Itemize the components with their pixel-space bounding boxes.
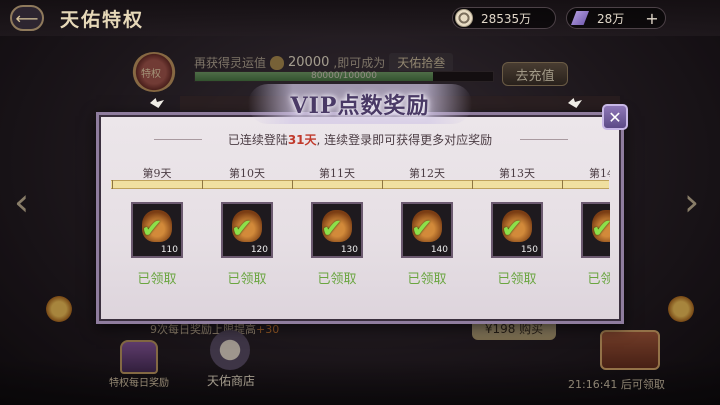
close-icon: ✕: [608, 107, 622, 127]
claimed-status: 已领取: [497, 272, 537, 287]
checkmark-icon: ✔: [141, 214, 163, 244]
page-title: 天佑特权: [60, 9, 145, 31]
reward-card[interactable]: ✔ 110: [131, 202, 183, 258]
reward-card[interactable]: ✔ 140: [401, 202, 453, 258]
day-label: 第14天: [589, 167, 610, 180]
checkmark-icon: ✔: [231, 214, 253, 244]
reward-qty: 150: [520, 245, 538, 255]
modal-title: VIP点数奖励: [290, 93, 430, 119]
coin-value: 28535万: [481, 11, 532, 26]
close-button[interactable]: ✕: [602, 104, 628, 130]
timeline-tick: [112, 180, 113, 189]
day-label: 第9天: [142, 167, 172, 180]
day-label: 第11天: [319, 167, 355, 180]
coin-balance: 28535万: [452, 7, 556, 29]
day-label: 第13天: [499, 167, 535, 180]
checkmark-icon: ✔: [591, 214, 610, 244]
timeline-tick: [202, 180, 203, 189]
login-message: 已连续登陆31天, 连续登录即可获得更多对应奖励: [96, 131, 624, 148]
reward-day-strip[interactable]: 第9天 ✔ 110 已领取 第10天 ✔ 120 已领取 第11天 ✔ 130 已领取 第12天 ✔ 140…: [110, 150, 610, 320]
claimed-status: 已领取: [317, 272, 357, 287]
reward-qty: 140: [430, 245, 448, 255]
jade-icon: [571, 11, 589, 25]
claimed-status: 已领取: [227, 272, 267, 287]
reward-qty: 110: [160, 245, 178, 255]
login-days: 31天: [287, 133, 317, 147]
jade-balance: 28万 +: [566, 7, 666, 29]
claimed-status: 已领取: [137, 272, 177, 287]
add-jade-button[interactable]: +: [643, 9, 661, 28]
back-button[interactable]: ⟵: [10, 5, 44, 31]
reward-card[interactable]: ✔160: [581, 202, 610, 258]
checkmark-icon: ✔: [411, 214, 433, 244]
checkmark-icon: ✔: [321, 214, 343, 244]
timeline-tick: [472, 180, 473, 189]
claimed-status: 已领取: [407, 272, 447, 287]
jade-value: 28万: [597, 11, 625, 26]
reward-qty: 120: [250, 245, 268, 255]
timeline-bar: [111, 180, 609, 189]
timeline-tick: [292, 180, 293, 189]
reward-card[interactable]: ✔ 150: [491, 202, 543, 258]
login-msg-prefix: 已连续登陆: [227, 133, 288, 147]
reward-card[interactable]: ✔ 130: [311, 202, 363, 258]
claimed-status: 已领取: [587, 272, 610, 287]
login-msg-suffix: , 连续登录即可获得更多对应奖励: [316, 133, 493, 147]
checkmark-icon: ✔: [501, 214, 523, 244]
coin-icon: [455, 9, 473, 27]
arrow-left-icon: ⟵: [15, 8, 39, 28]
reward-card[interactable]: ✔ 120: [221, 202, 273, 258]
timeline-tick: [382, 180, 383, 189]
day-label: 第12天: [409, 167, 445, 180]
reward-qty: 130: [340, 245, 358, 255]
day-label: 第10天: [229, 167, 265, 180]
timeline-tick: [562, 180, 563, 189]
